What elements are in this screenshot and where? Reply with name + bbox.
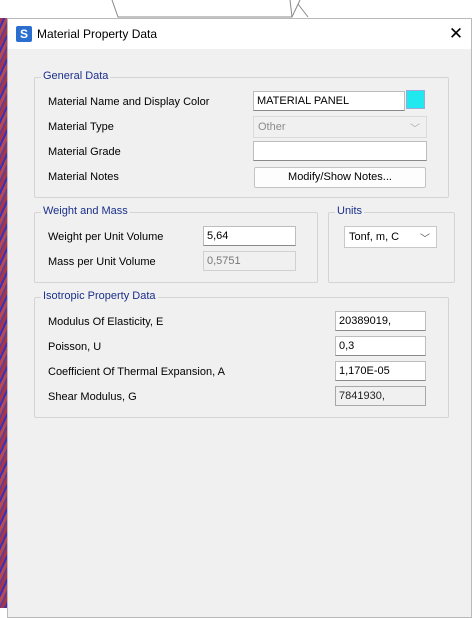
modify-notes-button[interactable]: Modify/Show Notes... xyxy=(254,167,426,188)
material-grade-field[interactable] xyxy=(253,141,427,161)
weight-mass-legend: Weight and Mass xyxy=(41,205,130,217)
weight-field[interactable]: 5,64 xyxy=(203,226,296,246)
title-bar: S Material Property Data ✕ xyxy=(8,19,471,49)
thermal-expansion-label: Coefficient Of Thermal Expansion, A xyxy=(48,366,225,378)
material-property-dialog: S Material Property Data ✕ General Data … xyxy=(7,18,472,618)
poisson-field[interactable]: 0,3 xyxy=(335,336,426,356)
isotropic-legend: Isotropic Property Data xyxy=(41,290,158,302)
material-type-label: Material Type xyxy=(48,121,114,133)
units-value: Tonf, m, C xyxy=(349,231,400,243)
display-color-swatch[interactable] xyxy=(406,90,425,109)
dialog-title: Material Property Data xyxy=(37,27,158,41)
chevron-down-icon: ﹀ xyxy=(410,124,420,135)
units-select[interactable]: Tonf, m, C ﹀ xyxy=(344,226,437,248)
material-name-label: Material Name and Display Color xyxy=(48,96,210,108)
weight-label: Weight per Unit Volume xyxy=(48,231,164,243)
elasticity-field[interactable]: 20389019, xyxy=(335,311,426,331)
poisson-label: Poisson, U xyxy=(48,341,102,353)
background-app-area xyxy=(0,0,472,18)
material-type-value: Other xyxy=(258,121,286,133)
material-type-select[interactable]: Other ﹀ xyxy=(253,116,427,138)
material-name-field[interactable]: MATERIAL PANEL xyxy=(253,91,405,111)
mass-label: Mass per Unit Volume xyxy=(48,256,156,268)
shear-modulus-label: Shear Modulus, G xyxy=(48,391,137,403)
app-icon: S xyxy=(16,26,32,42)
background-wireframe xyxy=(111,0,309,18)
shear-modulus-field: 7841930, xyxy=(335,386,426,406)
units-legend: Units xyxy=(335,205,365,217)
mass-field: 0,5751 xyxy=(203,251,296,271)
thermal-expansion-field[interactable]: 1,170E-05 xyxy=(335,361,426,381)
chevron-down-icon: ﹀ xyxy=(420,234,430,245)
elasticity-label: Modulus Of Elasticity, E xyxy=(48,316,164,328)
close-icon[interactable]: ✕ xyxy=(445,23,467,45)
material-notes-label: Material Notes xyxy=(48,171,119,183)
weight-mass-group: Weight and Mass xyxy=(34,205,318,283)
general-data-legend: General Data xyxy=(41,70,111,82)
material-grade-label: Material Grade xyxy=(48,146,121,158)
